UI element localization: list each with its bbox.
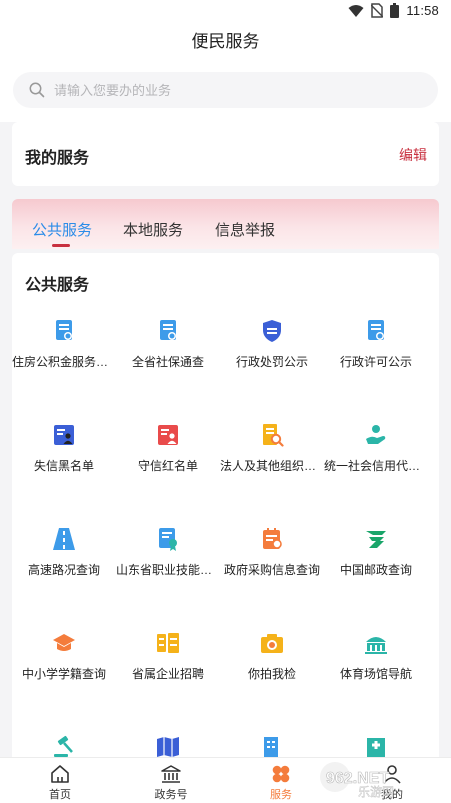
service-photo-inspect[interactable]: 你拍我检 [220, 631, 324, 687]
home-icon [51, 765, 69, 783]
service-label: 失信黑名单 [33, 459, 94, 473]
watermark-logo: 962.NET 乐游网 [320, 762, 394, 799]
service-stadium-nav[interactable]: 体育场馆导航 [324, 631, 428, 687]
service-highway[interactable]: 高速路况查询 [12, 527, 116, 583]
battery-icon [390, 3, 400, 18]
page-title: 便民服务 [191, 32, 260, 51]
search-input[interactable] [54, 82, 394, 98]
no-sim-icon [371, 3, 384, 18]
nav-home[interactable]: 首页 [4, 758, 116, 803]
person-list-icon [54, 425, 74, 445]
highway-icon [53, 528, 75, 550]
service-legal-entity[interactable]: 法人及其他组织信... [220, 423, 324, 479]
service-admin-license[interactable]: 行政许可公示 [324, 319, 428, 375]
status-time: 11:58 [406, 3, 439, 18]
stadium-icon [365, 637, 387, 654]
wifi-icon [348, 4, 364, 17]
service-label: 中小学学籍查询 [21, 667, 106, 681]
service-label: 全省社保通查 [131, 355, 204, 369]
service-label: 你拍我检 [247, 667, 296, 681]
service-tabs: 公共服务 本地服务 信息举报 [12, 199, 439, 249]
service-label: 中国邮政查询 [339, 563, 412, 577]
government-building-icon [161, 765, 181, 783]
document-badge-icon [160, 320, 176, 340]
service-blacklist[interactable]: 失信黑名单 [12, 423, 116, 479]
my-services-title: 我的服务 [25, 150, 90, 167]
service-credit-code[interactable]: 统一社会信用代码... [324, 423, 428, 479]
service-label: 法人及其他组织信... [220, 459, 324, 473]
service-china-post[interactable]: 中国邮政查询 [324, 527, 428, 583]
person-list-icon [158, 425, 178, 445]
watermark-subtext: 乐游网 [358, 785, 394, 799]
active-tab-indicator [52, 244, 70, 247]
service-school-enrollment[interactable]: 中小学学籍查询 [12, 631, 116, 687]
gavel-icon [54, 735, 73, 757]
service-enterprise-recruit[interactable]: 省属企业招聘 [116, 631, 220, 687]
service-redlist[interactable]: 守信红名单 [116, 423, 220, 479]
hand-person-icon [366, 425, 386, 444]
service-label: 山东省职业技能证... [116, 563, 220, 577]
public-services-card: 公共服务 住房公积金服务大厅 全省社保通查 行政处罚公示 行政许可公示 失信黑名… [12, 253, 439, 803]
service-label: 行政处罚公示 [235, 355, 308, 369]
shield-penalty-icon [263, 320, 281, 342]
certificate-icon [159, 528, 177, 551]
service-admin-penalty[interactable]: 行政处罚公示 [220, 319, 324, 375]
service-clover-icon [272, 765, 290, 783]
document-badge-icon [56, 320, 72, 340]
section-title: 公共服务 [25, 277, 90, 294]
nav-label: 政务号 [154, 789, 188, 801]
search-box[interactable] [13, 72, 438, 108]
document-badge-icon [368, 320, 384, 340]
service-label: 政府采购信息查询 [223, 563, 320, 577]
china-post-icon [366, 531, 386, 548]
graduation-cap-icon [53, 634, 75, 651]
status-icons: 11:58 [348, 3, 439, 18]
my-services-card: 我的服务 编辑 [12, 122, 439, 186]
service-vocational-cert[interactable]: 山东省职业技能证... [116, 527, 220, 583]
tab-public-services[interactable]: 公共服务 [32, 219, 92, 240]
service-label: 省属企业招聘 [131, 667, 204, 681]
camera-icon [261, 634, 283, 653]
service-label: 行政许可公示 [339, 355, 412, 369]
app-header: 便民服务 [0, 24, 451, 60]
service-label: 守信红名单 [137, 459, 198, 473]
service-social-security[interactable]: 全省社保通查 [116, 319, 220, 375]
tab-info-report[interactable]: 信息举报 [215, 219, 275, 240]
tab-local-services[interactable]: 本地服务 [123, 219, 183, 240]
procurement-icon [263, 528, 282, 549]
search-bar [0, 60, 451, 122]
book-search-icon [263, 424, 284, 447]
service-label: 体育场馆导航 [339, 667, 412, 681]
nav-government[interactable]: 政务号 [115, 758, 227, 803]
status-bar: 11:58 [0, 0, 451, 24]
recruit-icon [157, 633, 179, 653]
service-label: 高速路况查询 [27, 563, 100, 577]
service-housing-fund[interactable]: 住房公积金服务大厅 [12, 319, 116, 375]
building-icon [264, 737, 278, 758]
service-gov-procurement[interactable]: 政府采购信息查询 [220, 527, 324, 583]
service-label: 住房公积金服务大厅 [12, 355, 116, 369]
map-icon [157, 737, 179, 757]
edit-button[interactable]: 编辑 [399, 145, 427, 165]
search-icon [29, 82, 45, 98]
nav-label: 首页 [49, 789, 71, 801]
service-label: 统一社会信用代码... [324, 459, 428, 473]
